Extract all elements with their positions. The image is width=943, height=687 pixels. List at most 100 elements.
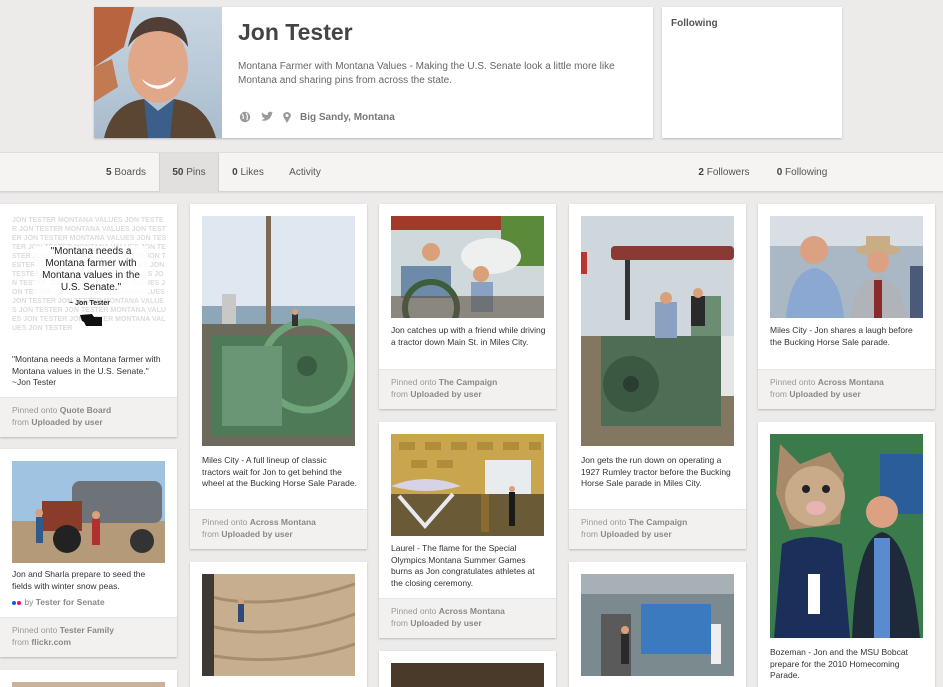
source-link[interactable]: Uploaded by user — [410, 618, 481, 628]
pin-image[interactable] — [12, 461, 165, 563]
quote-overlay-text: "Montana needs a Montana farmer with Mon… — [34, 246, 148, 294]
source-link[interactable]: Uploaded by user — [31, 417, 102, 427]
boards-label: Boards — [114, 167, 147, 178]
source-link[interactable]: Uploaded by user — [410, 389, 481, 399]
location-pin-icon — [282, 111, 292, 123]
pin-card[interactable]: Bozeman - Jon and the MSU Bobcat prepare… — [758, 422, 935, 687]
pin-image[interactable] — [12, 682, 165, 687]
board-link[interactable]: Across Montana — [818, 377, 884, 387]
followers-link[interactable]: 2 Followers — [690, 153, 758, 192]
pin-description: Laurel - The flame for the Special Olymp… — [391, 543, 535, 588]
pin-card[interactable]: Miles City - A full lineup of classic tr… — [190, 204, 367, 549]
pin-footer: Pinned onto Quote Board from Uploaded by… — [0, 397, 177, 437]
activity-label: Activity — [289, 167, 321, 178]
pinned-onto-label: Pinned onto — [770, 377, 816, 387]
board-link[interactable]: Quote Board — [60, 405, 111, 415]
pinned-onto-label: Pinned onto — [202, 517, 248, 527]
profile-avatar[interactable] — [94, 7, 222, 138]
pin-card[interactable]: Jon catches up with a friend while drivi… — [379, 204, 556, 409]
pin-description: Miles City - Jon shares a laugh before t… — [770, 325, 913, 347]
likes-count: 0 — [232, 167, 238, 178]
source-link[interactable]: Uploaded by user — [789, 389, 860, 399]
flickr-icon-dot — [17, 600, 21, 605]
from-label: from — [202, 529, 219, 539]
pin-image[interactable] — [770, 216, 923, 318]
following-box: Following — [662, 7, 842, 138]
pin-card[interactable] — [0, 670, 177, 687]
profile-meta: Big Sandy, Montana — [238, 111, 395, 123]
profile-description: Montana Farmer with Montana Values - Mak… — [238, 61, 615, 86]
following-label: Following — [785, 167, 828, 178]
tab-likes[interactable]: 0 Likes — [220, 153, 276, 192]
pin-card[interactable] — [190, 562, 367, 687]
pin-image[interactable] — [581, 574, 734, 676]
tab-pins[interactable]: 50 Pins — [159, 153, 219, 192]
quote-attribution: ~ Jon Tester — [69, 300, 110, 307]
pin-footer: Pinned onto The Campaign from Uploaded b… — [569, 509, 746, 549]
pinned-onto-label: Pinned onto — [12, 625, 58, 635]
pins-count: 50 — [172, 167, 184, 178]
followers-count: 2 — [698, 167, 704, 178]
pin-footer: Pinned onto Across Montana from Uploaded… — [190, 509, 367, 549]
pin-image[interactable]: JON TESTER MONTANA VALUES JON TESTER JON… — [12, 216, 167, 349]
pin-description: Miles City - A full lineup of classic tr… — [202, 455, 357, 488]
pin-footer: Pinned onto The Campaign from Uploaded b… — [379, 369, 556, 409]
pin-via: by Tester for Senate — [12, 597, 105, 607]
via-link[interactable]: Tester for Senate — [36, 597, 105, 607]
pinned-onto-label: Pinned onto — [12, 405, 58, 415]
tab-boards[interactable]: 5 Boards — [94, 153, 158, 192]
from-label: from — [391, 389, 408, 399]
from-label: from — [12, 637, 29, 647]
board-link[interactable]: Across Montana — [250, 517, 316, 527]
pin-card[interactable] — [379, 651, 556, 687]
pinned-onto-label: Pinned onto — [391, 377, 437, 387]
board-link[interactable]: The Campaign — [439, 377, 498, 387]
source-link[interactable]: Uploaded by user — [221, 529, 292, 539]
from-label: from — [581, 529, 598, 539]
board-link[interactable]: The Campaign — [629, 517, 688, 527]
following-box-title: Following — [671, 18, 718, 29]
following-count: 0 — [776, 167, 783, 178]
pin-image[interactable] — [202, 574, 355, 676]
via-prefix: by — [24, 597, 34, 607]
pin-footer: Pinned onto Tester Family from flickr.co… — [0, 617, 177, 657]
website-icon[interactable] — [238, 111, 252, 123]
pin-description: "Montana needs a Montana farmer with Mon… — [12, 354, 161, 387]
profile-card: Jon Tester Montana Farmer with Montana V… — [94, 7, 653, 138]
pin-footer: Pinned onto Across Montana from Uploaded… — [758, 369, 935, 409]
from-label: from — [12, 417, 29, 427]
pin-image[interactable] — [391, 663, 544, 687]
pin-card[interactable]: Laurel - The flame for the Special Olymp… — [379, 422, 556, 638]
source-link[interactable]: Uploaded by user — [600, 529, 671, 539]
pin-card[interactable]: JON TESTER MONTANA VALUES JON TESTER JON… — [0, 204, 177, 437]
board-link[interactable]: Tester Family — [60, 625, 114, 635]
pin-image[interactable] — [581, 216, 734, 446]
likes-label: Likes — [240, 167, 264, 178]
pin-card[interactable]: Jon and Sharla prepare to seed the field… — [0, 449, 177, 657]
pin-card[interactable]: Miles City - Jon shares a laugh before t… — [758, 204, 935, 409]
from-label: from — [391, 618, 408, 628]
boards-count: 5 — [105, 167, 112, 178]
pin-image[interactable] — [391, 434, 544, 536]
pins-label: Pins — [186, 167, 206, 178]
pin-card[interactable] — [569, 562, 746, 687]
pin-image[interactable] — [202, 216, 355, 446]
pin-description: Bozeman - Jon and the MSU Bobcat prepare… — [770, 647, 908, 680]
pin-description: Jon catches up with a friend while drivi… — [391, 325, 546, 347]
tab-activity[interactable]: Activity — [278, 153, 332, 192]
following-link[interactable]: 0 Following — [768, 153, 836, 192]
from-label: from — [770, 389, 787, 399]
twitter-icon[interactable] — [260, 111, 274, 123]
followers-label: Followers — [706, 167, 750, 178]
board-link[interactable]: Across Montana — [439, 606, 505, 616]
flickr-icon — [12, 600, 16, 605]
pin-image[interactable] — [391, 216, 544, 318]
montana-shape-icon — [80, 314, 102, 326]
profile-name: Jon Tester — [238, 19, 353, 45]
pin-image[interactable] — [770, 434, 923, 638]
source-link[interactable]: flickr.com — [31, 637, 71, 647]
pin-card[interactable]: Jon gets the run down on operating a 192… — [569, 204, 746, 549]
pinned-onto-label: Pinned onto — [391, 606, 437, 616]
pin-description: Jon gets the run down on operating a 192… — [581, 455, 731, 488]
profile-location: Big Sandy, Montana — [300, 111, 395, 123]
